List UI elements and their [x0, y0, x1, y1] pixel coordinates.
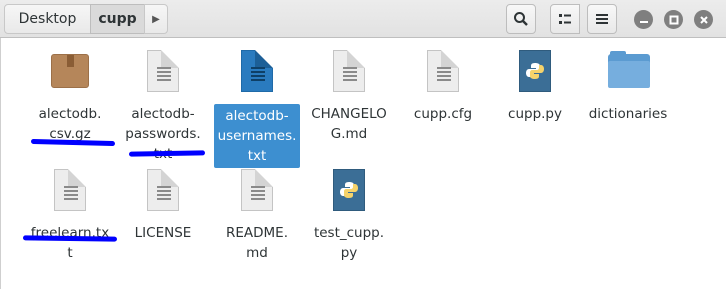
annotation-underline [30, 138, 116, 147]
file-item-dictionaries[interactable]: dictionaries [583, 44, 673, 124]
file-item-alectodb-usernames-txt[interactable]: alectodb- usernames. txt [212, 44, 302, 168]
file-name: alectodb- usernames. txt [213, 104, 301, 168]
archive-icon [50, 50, 90, 98]
view-toggle-button[interactable] [550, 4, 580, 34]
file-grid: alectodb. csv.gz alectodb- passwords. tx… [0, 38, 726, 289]
text-file-icon [143, 169, 183, 217]
file-name: alectodb. csv.gz [38, 106, 102, 142]
breadcrumb-desktop[interactable]: Desktop [4, 4, 91, 34]
file-item-freelearn-txt[interactable]: freelearn.txt [25, 163, 115, 263]
python-file-icon [515, 50, 555, 98]
search-icon [514, 12, 528, 26]
breadcrumb-next-button[interactable]: ▶ [144, 4, 168, 34]
text-file-icon [143, 50, 183, 98]
file-item-license[interactable]: LICENSE [118, 163, 208, 243]
header-bar: Desktop cupp ▶ [0, 0, 726, 38]
minimize-button[interactable] [634, 10, 653, 29]
file-name: dictionaries [588, 106, 668, 122]
folder-icon [608, 50, 650, 98]
menu-button[interactable] [587, 4, 617, 34]
close-icon [699, 15, 708, 24]
close-button[interactable] [694, 10, 713, 29]
file-name: README. md [225, 225, 288, 261]
search-button[interactable] [506, 4, 536, 34]
text-file-icon [237, 169, 277, 217]
file-item-alectodb-passwords-txt[interactable]: alectodb- passwords. txt [118, 44, 208, 164]
file-item-cupp-cfg[interactable]: cupp.cfg [398, 44, 488, 124]
breadcrumb-cupp[interactable]: cupp [90, 4, 145, 34]
file-item-changelog-md[interactable]: CHANGELO G.md [304, 44, 394, 144]
file-name: test_cupp. py [313, 225, 385, 261]
file-item-cupp-py[interactable]: cupp.py [490, 44, 580, 124]
text-file-icon [329, 50, 369, 98]
hamburger-menu-icon [596, 14, 608, 24]
file-name: freelearn.txt [30, 225, 110, 261]
minimize-icon [639, 20, 648, 23]
file-item-readme-md[interactable]: README. md [212, 163, 302, 263]
text-file-icon [423, 50, 463, 98]
maximize-button[interactable] [664, 10, 683, 29]
file-name: cupp.py [508, 106, 562, 122]
file-item-alectodb-csv-gz[interactable]: alectodb. csv.gz [25, 44, 115, 144]
file-name: CHANGELO G.md [311, 106, 387, 142]
file-name: LICENSE [134, 225, 192, 241]
file-name: cupp.cfg [413, 106, 473, 122]
text-file-icon [237, 50, 277, 98]
python-file-icon [329, 169, 369, 217]
file-item-test-cupp-py[interactable]: test_cupp. py [304, 163, 394, 263]
maximize-icon [669, 15, 678, 24]
text-file-icon [50, 169, 90, 217]
view-grid-icon [559, 14, 571, 24]
